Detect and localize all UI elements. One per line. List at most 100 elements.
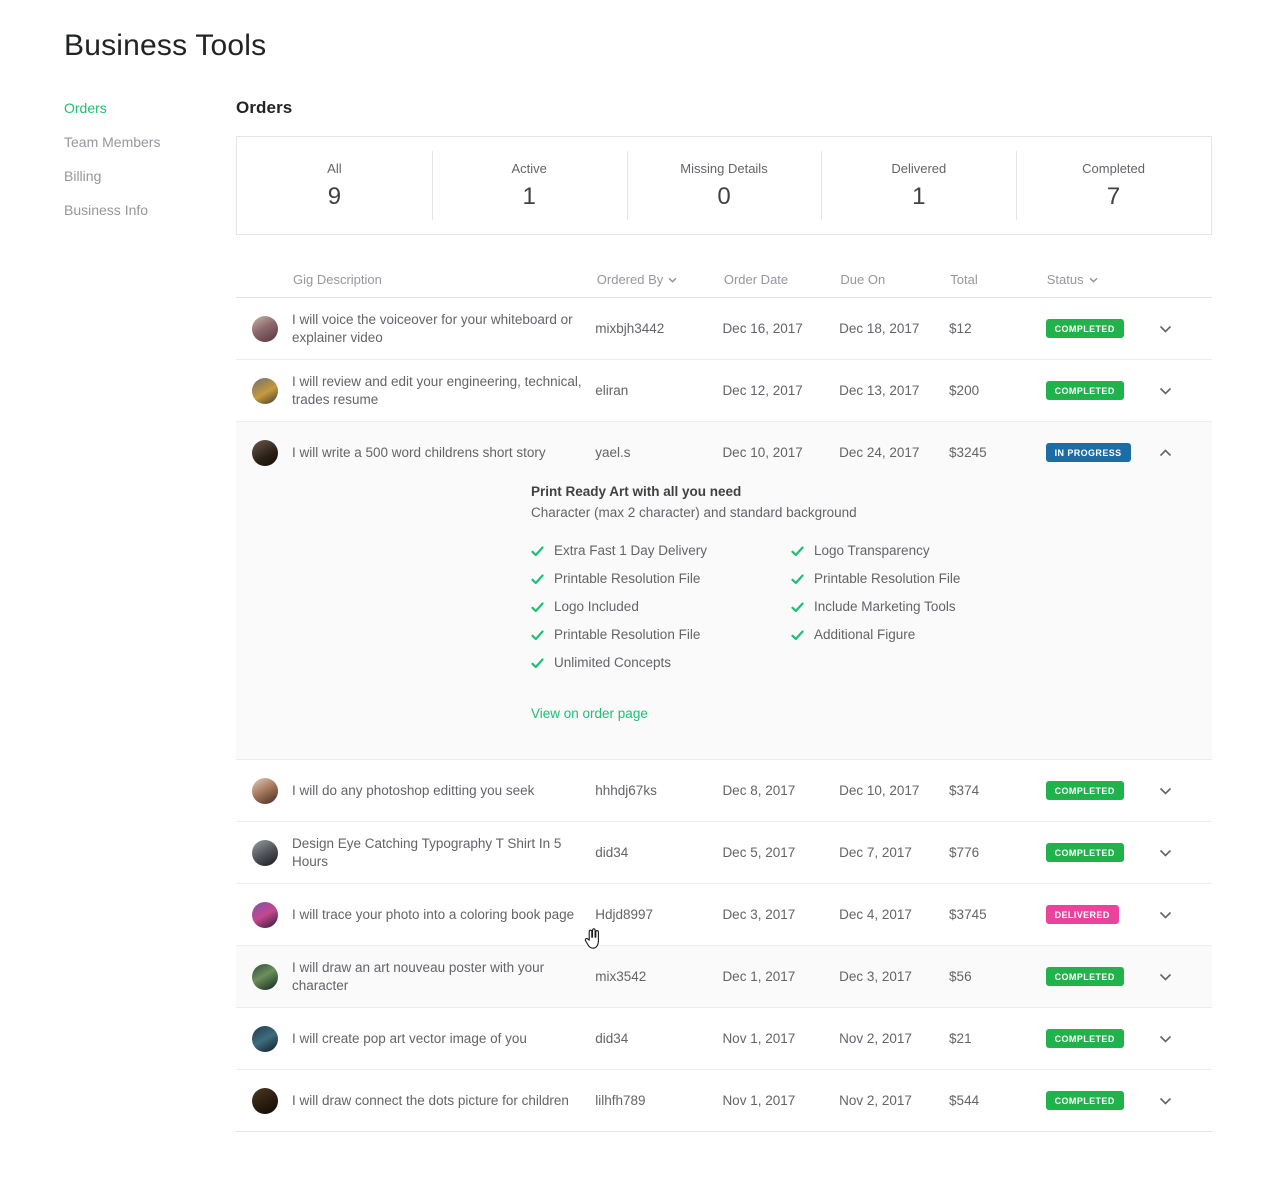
avatar [252,964,278,990]
status-badge: DELIVERED [1046,905,1119,924]
order-row[interactable]: Design Eye Catching Typography T Shirt I… [236,822,1212,883]
page-root: Business Tools Orders Team Members Billing… [0,0,1272,1198]
due-on-cell: Dec 18, 2017 [839,320,949,338]
package-subtitle: Character (max 2 character) and standard… [531,504,1212,522]
sidebar: Orders Team Members Billing Business Info [64,100,214,236]
sidebar-item-label: Orders [64,100,107,116]
ordered-by-cell: eliran [595,382,722,400]
gig-description-text: I will write a 500 word childrens short … [292,444,546,462]
page-title: Business Tools [64,28,266,64]
stat-all[interactable]: All9 [237,137,432,234]
column-header-ordered-by[interactable]: Ordered By [597,272,724,288]
order-row[interactable]: I will draw connect the dots picture for… [236,1070,1212,1131]
gig-description-text: Design Eye Catching Typography T Shirt I… [292,835,592,871]
order-row[interactable]: I will draw an art nouveau poster with y… [236,946,1212,1007]
row-expand-toggle[interactable] [1137,325,1212,333]
table-row: I will do any photoshop editting you see… [236,760,1212,822]
sidebar-item-label: Team Members [64,134,160,150]
total-cell: $200 [949,382,1046,400]
stat-label: All [327,161,341,177]
feature-column-left: Extra Fast 1 Day DeliveryPrintable Resol… [531,542,791,682]
feature-label: Printable Resolution File [554,626,700,644]
sidebar-item-business-info[interactable]: Business Info [64,202,214,218]
row-expand-toggle[interactable] [1137,973,1212,981]
gig-description-cell[interactable]: I will trace your photo into a coloring … [236,902,595,928]
row-expand-toggle[interactable] [1137,387,1212,395]
avatar [252,378,278,404]
gig-description-text: I will review and edit your engineering,… [292,373,592,409]
stat-active[interactable]: Active1 [432,137,627,234]
gig-description-cell[interactable]: Design Eye Catching Typography T Shirt I… [236,835,595,871]
check-icon [531,573,544,586]
status-cell: COMPLETED [1046,843,1138,862]
order-date-cell: Dec 3, 2017 [722,906,839,924]
order-row[interactable]: I will do any photoshop editting you see… [236,760,1212,821]
order-row[interactable]: I will review and edit your engineering,… [236,360,1212,421]
row-expand-toggle[interactable] [1137,911,1212,919]
ordered-by-cell: hhhdj67ks [595,782,722,800]
status-badge: COMPLETED [1046,381,1124,400]
chevron-down-icon [1159,911,1172,919]
due-on-cell: Dec 10, 2017 [839,782,949,800]
due-on-cell: Nov 2, 2017 [839,1092,949,1110]
gig-description-cell[interactable]: I will draw an art nouveau poster with y… [236,959,595,995]
stat-value: 0 [717,183,730,211]
gig-description-cell[interactable]: I will voice the voiceover for your whit… [236,311,595,347]
order-date-cell: Dec 5, 2017 [722,844,839,862]
order-date-cell: Nov 1, 2017 [722,1030,839,1048]
view-on-order-page-link[interactable]: View on order page [531,706,648,721]
ordered-by-cell: lilhfh789 [595,1092,722,1110]
status-badge: IN PROGRESS [1046,443,1131,462]
feature-item: Include Marketing Tools [791,598,1051,616]
avatar [252,840,278,866]
row-expand-toggle[interactable] [1137,449,1212,457]
stat-label: Delivered [891,161,946,177]
gig-description-cell[interactable]: I will draw connect the dots picture for… [236,1088,595,1114]
row-expand-toggle[interactable] [1137,1035,1212,1043]
stat-delivered[interactable]: Delivered1 [821,137,1016,234]
table-row: I will draw an art nouveau poster with y… [236,946,1212,1008]
due-on-cell: Dec 24, 2017 [839,444,949,462]
total-cell: $12 [949,320,1046,338]
order-row[interactable]: I will voice the voiceover for your whit… [236,298,1212,359]
check-icon [531,657,544,670]
avatar [252,1026,278,1052]
order-row[interactable]: I will create pop art vector image of yo… [236,1008,1212,1069]
gig-description-cell[interactable]: I will write a 500 word childrens short … [236,440,595,466]
feature-label: Unlimited Concepts [554,654,671,672]
ordered-by-cell: did34 [595,844,722,862]
ordered-by-cell: mixbjh3442 [595,320,722,338]
section-title: Orders [236,98,1212,118]
table-row: I will create pop art vector image of yo… [236,1008,1212,1070]
column-header-ordered-by-label: Ordered By [597,272,663,288]
chevron-down-icon [1159,973,1172,981]
sidebar-item-orders[interactable]: Orders [64,100,214,116]
gig-description-text: I will draw connect the dots picture for… [292,1092,569,1110]
gig-description-cell[interactable]: I will review and edit your engineering,… [236,373,595,409]
stat-completed[interactable]: Completed7 [1016,137,1211,234]
stat-value: 1 [523,183,536,211]
column-header-status[interactable]: Status [1047,272,1139,288]
feature-item: Logo Transparency [791,542,1051,560]
check-icon [531,545,544,558]
status-badge: COMPLETED [1046,967,1124,986]
table-row: I will draw connect the dots picture for… [236,1070,1212,1132]
row-expand-toggle[interactable] [1137,849,1212,857]
order-row[interactable]: I will write a 500 word childrens short … [236,422,1212,483]
ordered-by-cell: did34 [595,1030,722,1048]
due-on-cell: Dec 13, 2017 [839,382,949,400]
gig-description-cell[interactable]: I will create pop art vector image of yo… [236,1026,595,1052]
table-body: I will voice the voiceover for your whit… [236,298,1212,1132]
gig-description-cell[interactable]: I will do any photoshop editting you see… [236,778,595,804]
row-expand-toggle[interactable] [1137,1097,1212,1105]
stat-missing-details[interactable]: Missing Details0 [627,137,822,234]
feature-item: Unlimited Concepts [531,654,791,672]
table-row: I will write a 500 word childrens short … [236,422,1212,760]
status-cell: COMPLETED [1046,381,1138,400]
avatar [252,316,278,342]
sidebar-item-team-members[interactable]: Team Members [64,134,214,150]
sidebar-item-billing[interactable]: Billing [64,168,214,184]
row-expand-toggle[interactable] [1137,787,1212,795]
feature-label: Include Marketing Tools [814,598,956,616]
order-row[interactable]: I will trace your photo into a coloring … [236,884,1212,945]
